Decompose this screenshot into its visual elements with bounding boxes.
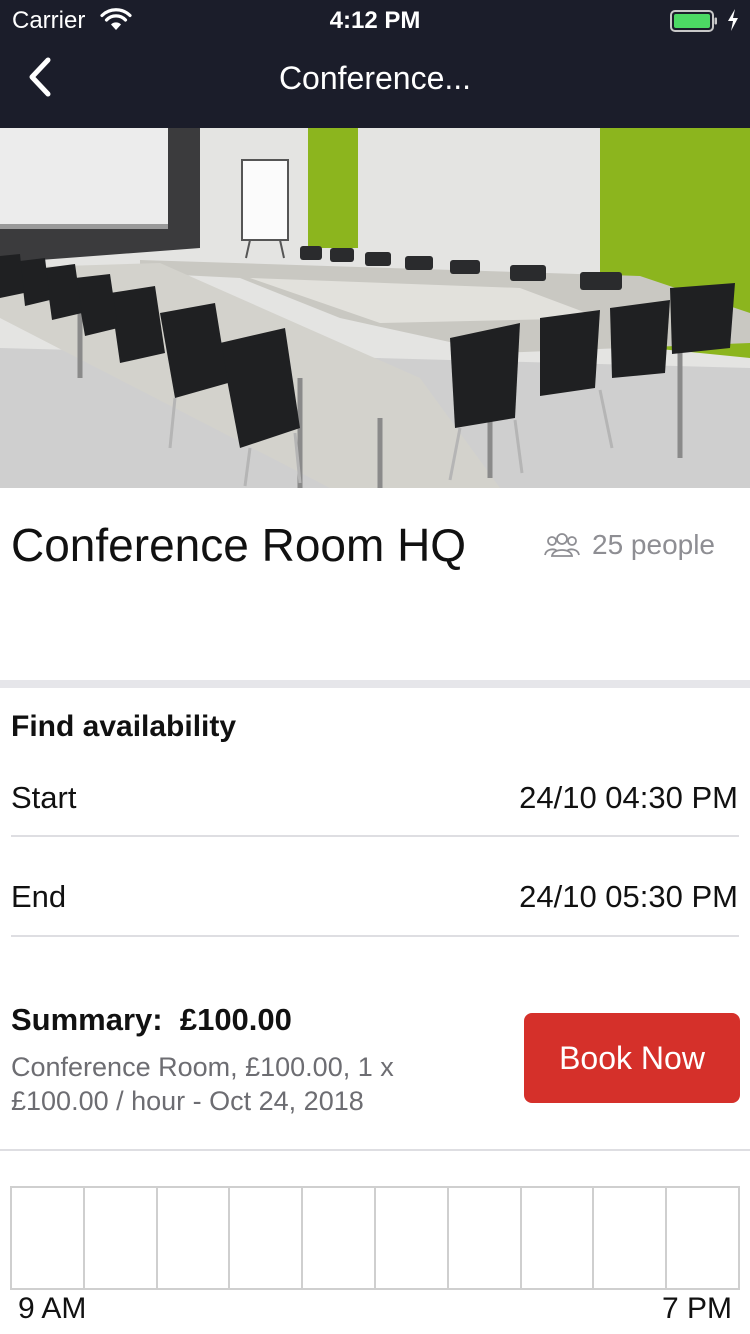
section-divider [0,680,750,688]
people-group-icon [544,533,580,557]
capacity-label: 25 people [592,529,716,560]
timeline-slot[interactable] [303,1188,376,1288]
availability-title: Find availability [11,710,237,743]
room-name: Conference Room HQ [11,519,467,571]
end-datetime[interactable]: 24/10 05:30 PM [519,879,738,915]
row-divider [11,835,739,837]
timeline-slot[interactable] [667,1188,738,1288]
timeline-slot[interactable] [85,1188,158,1288]
timeline-slot[interactable] [522,1188,595,1288]
start-datetime[interactable]: 24/10 04:30 PM [519,780,738,816]
availability-timeline[interactable] [10,1186,740,1290]
summary-detail: Conference Room, £100.00, 1 x £100.00 / … [11,1052,394,1116]
navigation-bar: Carrier 4:12 PM Conference... [0,0,750,128]
status-bar: Carrier 4:12 PM [0,0,750,40]
timeline-slot[interactable] [449,1188,522,1288]
end-label: End [11,879,67,914]
room-photo [0,128,750,488]
battery-icon [670,10,717,32]
timeline-slot[interactable] [376,1188,449,1288]
charging-icon [728,9,738,31]
room-photo-illustration [0,128,750,488]
room-capacity: 25 people [544,528,715,562]
timeline-end-label: 7 PM [661,1292,732,1325]
row-divider [11,935,739,937]
summary-total: Summary: £100.00 [11,1002,292,1037]
timeline-slot[interactable] [230,1188,304,1288]
timeline-slot[interactable] [12,1188,85,1288]
timeline-slot[interactable] [158,1188,231,1288]
nav-title: Conference... [278,60,472,96]
start-label: Start [11,780,77,815]
status-time: 4:12 PM [329,7,421,34]
book-now-button[interactable]: Book Now [524,1013,740,1103]
timeline-start-label: 9 AM [18,1292,87,1325]
section-divider [0,1149,750,1151]
timeline-slot[interactable] [594,1188,668,1288]
